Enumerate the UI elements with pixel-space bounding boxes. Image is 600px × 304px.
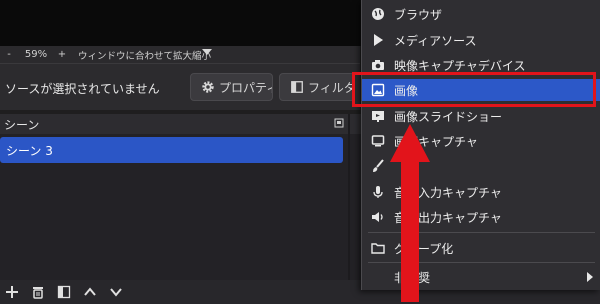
fit-to-window-label[interactable]: ウィンドウに合わせて拡大縮小 [70, 48, 211, 62]
zoom-bar: - 59% + ウィンドウに合わせて拡大縮小 [0, 46, 360, 64]
highlight-box [352, 72, 596, 107]
properties-button[interactable]: プロパティ [190, 73, 273, 101]
brush-icon [370, 158, 386, 174]
plus-icon [6, 286, 18, 298]
chevron-down-icon [110, 288, 122, 297]
microphone-icon [370, 184, 386, 200]
menu-item-label: ブラウザ [394, 7, 443, 22]
menu-item-browser[interactable]: ブラウザ [362, 2, 600, 26]
sources-dock-header [348, 114, 362, 134]
scene-item[interactable]: シーン 3 [0, 137, 343, 163]
source-status-text: ソースが選択されていません [5, 82, 160, 96]
zoom-percent: 59% [24, 49, 48, 60]
zoom-out-button[interactable]: - [0, 49, 18, 60]
chevron-right-icon [587, 272, 593, 282]
add-scene-button[interactable] [4, 284, 20, 300]
filters-label: フィルタ [308, 80, 355, 95]
chevron-down-icon[interactable] [202, 48, 218, 62]
menu-item-media-source[interactable]: メディアソース [362, 28, 600, 52]
slideshow-icon [370, 108, 386, 124]
camera-icon [370, 57, 386, 73]
play-icon [370, 32, 386, 48]
move-scene-down-button[interactable] [108, 284, 124, 300]
trash-icon [33, 287, 43, 299]
properties-label: プロパティ [219, 80, 273, 95]
scenes-title: シーン [4, 117, 40, 132]
source-toolbar: ソースが選択されていません プロパティ フィルタ [0, 64, 360, 110]
zoom-in-button[interactable]: + [54, 49, 70, 60]
scene-list: シーン 3 [0, 134, 348, 280]
filters-button[interactable]: フィルタ [279, 73, 355, 101]
scenes-dock-header: シーン [0, 114, 348, 134]
scenes-toolbar [0, 280, 348, 304]
speaker-icon [370, 209, 386, 225]
chevron-up-icon [84, 287, 96, 296]
menu-item-label: メディアソース [394, 33, 477, 48]
red-arrow-annotation [390, 124, 430, 302]
menu-item-label: 映像キャプチャデバイス [394, 58, 526, 73]
scene-filters-button[interactable] [56, 284, 72, 300]
move-scene-up-button[interactable] [82, 284, 98, 300]
gear-icon [202, 81, 214, 93]
folder-icon [370, 240, 386, 256]
source-list [348, 134, 362, 280]
globe-icon [370, 6, 386, 22]
remove-scene-button[interactable] [30, 284, 46, 300]
undock-icon[interactable] [334, 118, 344, 128]
filter-icon [291, 81, 303, 93]
filter-icon [57, 285, 71, 299]
monitor-icon [370, 133, 386, 149]
